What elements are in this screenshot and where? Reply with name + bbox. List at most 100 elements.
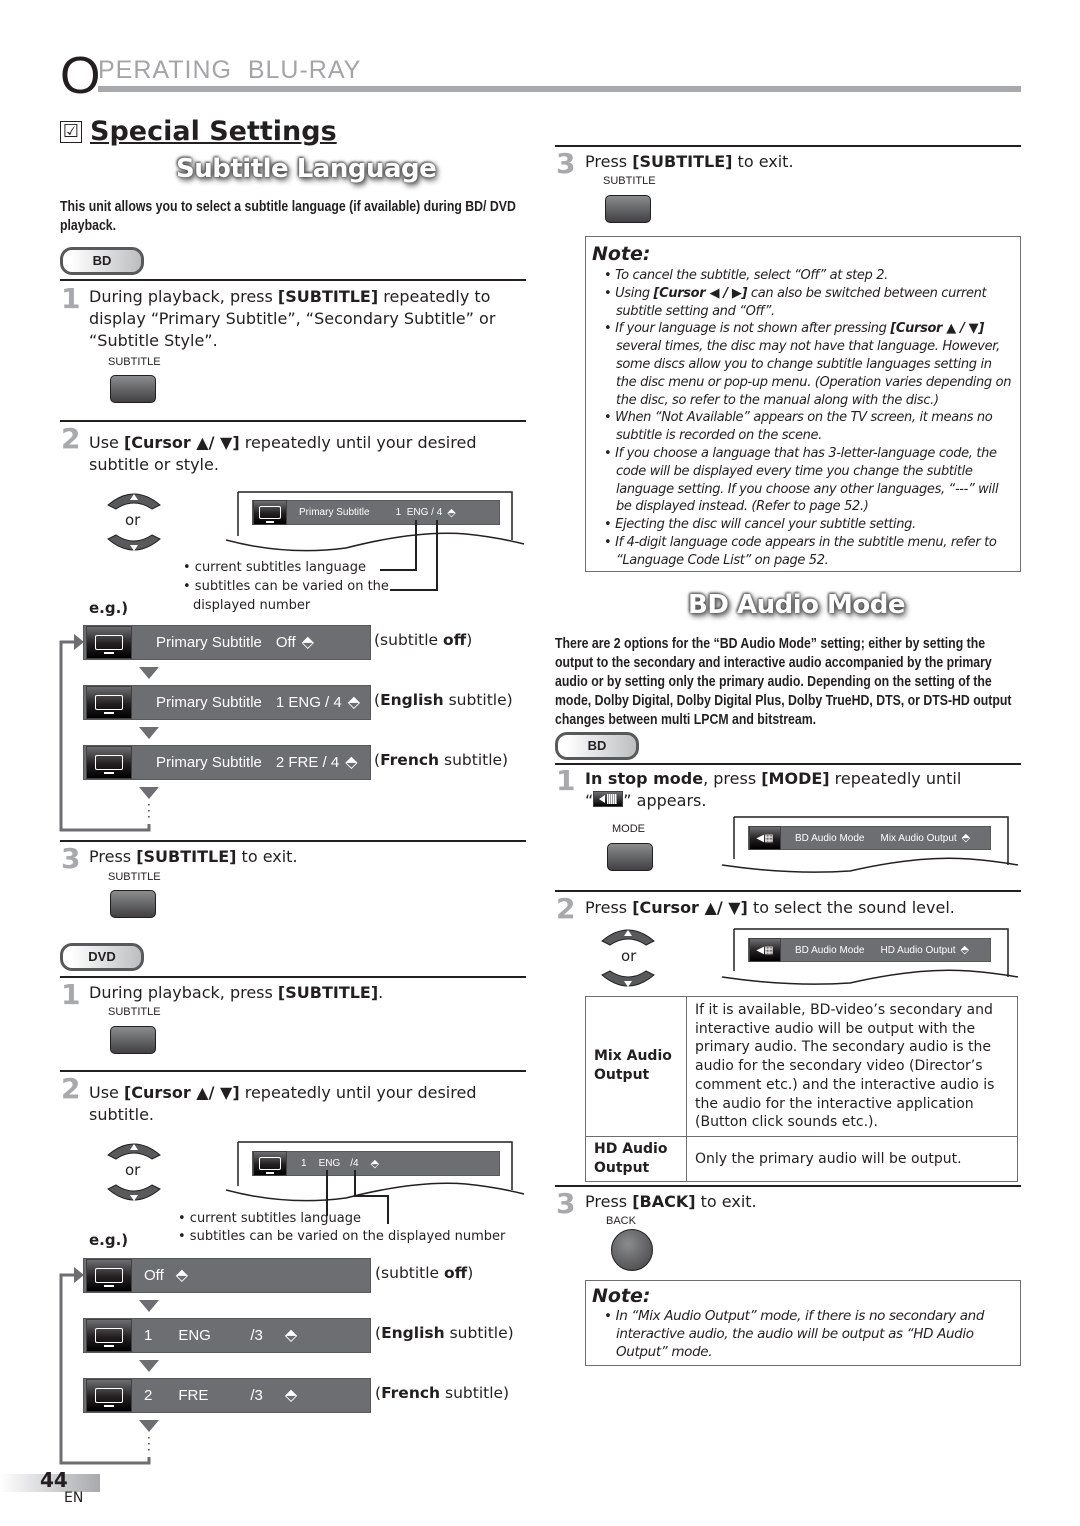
osd-bar: Primary Subtitle 1 ENG / 4 ⬘: [252, 500, 500, 525]
section-title-text: Special Settings: [90, 116, 337, 147]
note-item: When “Not Available” appears on the TV s…: [592, 409, 1014, 445]
down-flow-arrow-icon: [139, 667, 159, 679]
example-osd-bar: 1 ENG /3 ⬘: [83, 1318, 371, 1353]
osd-language: FRE: [178, 1387, 209, 1404]
example-osd-bar: Primary Subtitle Off ⬘: [83, 625, 371, 660]
step-number: 3: [556, 1187, 576, 1220]
bd-step2-text: Use [Cursor ▲/ ▼] repeatedly until your …: [89, 433, 477, 474]
divider: [555, 1185, 1021, 1187]
back-button[interactable]: [611, 1229, 653, 1271]
subtitle-tv-icon: [86, 1379, 132, 1412]
subtitle-button[interactable]: [110, 1026, 156, 1054]
osd-value: HD Audio Output: [880, 944, 956, 956]
divider: [555, 763, 1021, 765]
subtitle-tv-icon: [253, 1151, 287, 1176]
divider: [60, 976, 526, 978]
up-down-icon: ⬘: [175, 1266, 189, 1284]
osd-value: Off: [275, 634, 296, 651]
note-item: Using [Cursor ◀ / ▶] can also be switche…: [592, 285, 1014, 321]
note-title: Note:: [592, 1285, 651, 1307]
up-down-icon: ⬘: [960, 944, 970, 956]
note-item: If you choose a language that has 3-lett…: [592, 445, 1014, 516]
divider: [60, 840, 526, 842]
step-number: 2: [61, 1072, 81, 1105]
example-caption: (subtitle off): [374, 631, 473, 649]
note-item: In “Mix Audio Output” mode, if there is …: [592, 1308, 1014, 1361]
osd-language: ENG: [178, 1327, 211, 1344]
callout-language: • current subtitles language: [183, 560, 366, 575]
bd-audio-mode-banner: BD Audio Mode: [688, 590, 906, 620]
bd-audio-intro: There are 2 options for the “BD Audio Mo…: [555, 635, 1012, 728]
audio-mode-icon: ◀▦: [749, 938, 781, 962]
example-caption: (French subtitle): [375, 1384, 510, 1402]
mode-button[interactable]: [607, 843, 653, 871]
up-down-icon: ⬘: [370, 1157, 380, 1170]
osd-value: Mix Audio Output: [880, 832, 957, 844]
step-number: 3: [61, 842, 81, 875]
audio-step1-text: In stop mode, press [MODE] repeatedly un…: [585, 769, 962, 810]
divider: [60, 1070, 526, 1072]
subtitle-button[interactable]: [605, 195, 651, 223]
mode-name: HD Audio Output: [585, 1135, 687, 1182]
ellipsis-icon: · · ·: [147, 1431, 151, 1457]
subtitle-tv-icon: [86, 746, 132, 779]
osd-bar: ◀▦ BD Audio Mode HD Audio Output ⬘: [748, 938, 991, 962]
up-down-icon: ⬘: [284, 1326, 298, 1344]
osd-value: 2 FRE / 4: [275, 754, 340, 771]
audio-step3-text: Press [BACK] to exit.: [585, 1192, 757, 1211]
audio-note-box: Note: In “Mix Audio Output” mode, if the…: [585, 1280, 1021, 1366]
osd-value: 1 ENG / 4: [275, 694, 342, 711]
example-osd-bar: Primary Subtitle 1 ENG / 4 ⬘: [83, 685, 371, 720]
note-list: In “Mix Audio Output” mode, if there is …: [592, 1308, 1014, 1361]
osd-track-number: 1: [144, 1327, 153, 1344]
callout-number: • subtitles can be varied on the: [183, 579, 389, 594]
note-item: If your language is not shown after pres…: [592, 320, 1014, 409]
step-number: 1: [61, 282, 81, 315]
osd-value: 1 ENG / 4: [395, 507, 443, 518]
osd-track-number: Off: [144, 1267, 164, 1284]
osd-bar: ◀▦ BD Audio Mode Mix Audio Output ⬘: [748, 826, 991, 850]
mode-description: Only the primary audio will be output.: [686, 1135, 1018, 1182]
page-number: 44: [40, 1468, 68, 1492]
up-down-icon: ⬘: [301, 633, 314, 651]
osd-label: BD Audio Mode: [795, 944, 865, 956]
example-osd-bar: 2 FRE /3 ⬘: [83, 1378, 371, 1413]
or-label: or: [125, 511, 141, 529]
osd-total: /3: [250, 1327, 263, 1344]
audio-mode-icon: [593, 791, 624, 807]
down-flow-arrow-icon: [139, 1360, 159, 1372]
audio-mode-icon: ◀▦: [749, 826, 781, 850]
subtitle-key-label: SUBTITLE: [108, 1006, 161, 1018]
up-down-icon: ⬘: [961, 832, 971, 844]
subtitle-button[interactable]: [110, 890, 156, 918]
step-number: 2: [61, 422, 81, 455]
audio-step2-text: Press [Cursor ▲/ ▼] to select the sound …: [585, 898, 955, 917]
up-down-icon: ⬘: [345, 753, 358, 771]
subtitle-tv-icon: [253, 500, 287, 525]
up-down-icon: ⬘: [347, 693, 361, 711]
dvd-badge: DVD: [60, 943, 144, 971]
subtitle-button[interactable]: [110, 375, 156, 403]
note-title: Note:: [592, 243, 651, 265]
subtitle-tv-icon: [86, 1319, 132, 1352]
language-code: EN: [64, 1490, 84, 1506]
dvd-step1-text: During playback, press [SUBTITLE].: [89, 983, 384, 1002]
osd-track-number: 1: [301, 1158, 307, 1169]
callout-number: • subtitles can be varied on the display…: [178, 1229, 506, 1244]
osd-label: Primary Subtitle: [156, 694, 262, 711]
subtitle-tv-icon: [86, 1259, 132, 1292]
note-list: To cancel the subtitle, select “Off” at …: [592, 267, 1014, 570]
example-osd-bar: Primary Subtitle 2 FRE / 4 ⬘: [83, 745, 371, 780]
mode-name: Mix Audio Output: [585, 996, 687, 1137]
subtitle-note-box: Note: To cancel the subtitle, select “Of…: [585, 236, 1021, 572]
osd-track-number: 2: [144, 1387, 153, 1404]
divider: [60, 420, 526, 422]
step-number: 3: [556, 147, 576, 180]
checkbox-icon: ☑: [60, 121, 82, 143]
note-item: To cancel the subtitle, select “Off” at …: [592, 267, 1014, 285]
table-row: Mix Audio Output If it is available, BD-…: [585, 996, 1018, 1137]
example-caption: (subtitle off): [375, 1264, 474, 1282]
note-item: Ejecting the disc will cancel your subti…: [592, 516, 1014, 534]
down-flow-arrow-icon: [139, 1300, 159, 1312]
callout-language: • current subtitles language: [178, 1211, 361, 1226]
